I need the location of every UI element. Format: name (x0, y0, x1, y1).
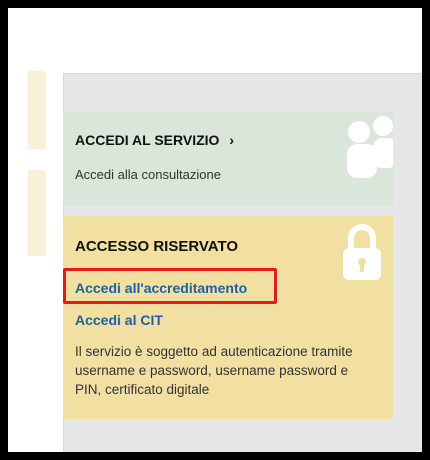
chevron-right-icon: › (229, 132, 234, 148)
reserved-description: Il servizio è soggetto ad autenticazione… (75, 344, 353, 397)
people-icon (347, 116, 393, 178)
reserved-panel: ACCESSO RISERVATO Accedi all'accreditame… (63, 216, 393, 419)
service-title[interactable]: ACCEDI AL SERVIZIO › (75, 132, 234, 148)
left-card-stub (28, 71, 46, 149)
cit-link[interactable]: Accedi al CIT (75, 312, 163, 328)
left-card-stub (28, 170, 46, 256)
accreditamento-link[interactable]: Accedi all'accreditamento (75, 280, 247, 296)
service-title-text[interactable]: ACCEDI AL SERVIZIO (75, 132, 219, 148)
reserved-title: ACCESSO RISERVATO (75, 238, 239, 255)
service-panel[interactable]: ACCEDI AL SERVIZIO › Accedi alla consult… (63, 112, 393, 206)
lock-icon (343, 224, 381, 280)
page-frame: ACCEDI AL SERVIZIO › Accedi alla consult… (8, 8, 422, 452)
service-subtitle: Accedi alla consultazione (75, 167, 221, 182)
